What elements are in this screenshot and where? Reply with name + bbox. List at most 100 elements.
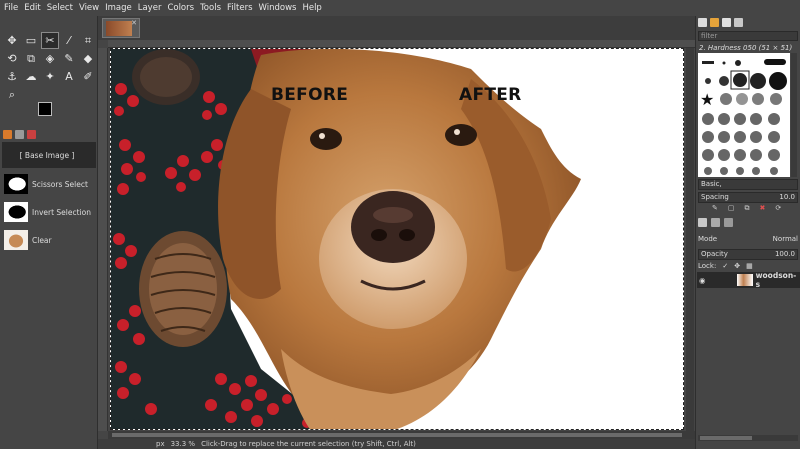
- history-item-label: Invert Selection: [32, 207, 91, 217]
- color-picker-icon[interactable]: ✐: [79, 68, 97, 85]
- text-icon[interactable]: A: [60, 68, 78, 85]
- layer-mode-row: Mode Normal: [698, 234, 798, 245]
- menu-view[interactable]: View: [79, 3, 99, 13]
- right-dock: filter 2. Hardness 050 (51 × 51) ★ Basic…: [695, 16, 800, 449]
- horizontal-scrollbar[interactable]: [108, 431, 695, 439]
- brush-grid-scrollbar[interactable]: [791, 53, 797, 177]
- current-brush-name: 2. Hardness 050 (51 × 51): [699, 44, 793, 52]
- opacity-label: Opacity: [701, 250, 728, 258]
- warp-icon[interactable]: ⧉: [22, 50, 40, 67]
- layer-item[interactable]: ◉ woodson-s: [697, 271, 800, 289]
- menu-colors[interactable]: Colors: [167, 3, 194, 13]
- spacing-label: Spacing: [701, 193, 729, 201]
- smudge-icon[interactable]: ☁: [22, 68, 40, 85]
- opacity-field[interactable]: Opacity 100.0: [698, 249, 798, 260]
- layers-tab-icon[interactable]: [698, 218, 707, 227]
- scrollbar-thumb[interactable]: [700, 436, 752, 440]
- visibility-eye-icon[interactable]: ◉: [699, 276, 709, 285]
- spacing-field[interactable]: Spacing 10.0: [698, 192, 798, 203]
- scrollbar-thumb[interactable]: [112, 433, 682, 437]
- menu-windows[interactable]: Windows: [259, 3, 297, 13]
- close-icon[interactable]: ✕: [131, 19, 137, 27]
- transform-icon[interactable]: ⟲: [3, 50, 21, 67]
- cage-icon[interactable]: ◈: [41, 50, 59, 67]
- vertical-scrollbar[interactable]: [686, 48, 694, 431]
- history-item-base-image[interactable]: [ Base Image ]: [2, 142, 96, 168]
- mode-select[interactable]: Normal: [773, 234, 798, 245]
- unit-select[interactable]: px: [156, 440, 165, 448]
- move-icon[interactable]: ✥: [3, 32, 21, 49]
- horizontal-ruler: [108, 40, 695, 48]
- vertical-ruler: [98, 48, 108, 431]
- image-tab[interactable]: ✕: [102, 18, 140, 38]
- menu-filters[interactable]: Filters: [227, 3, 252, 13]
- menu-select[interactable]: Select: [47, 3, 73, 13]
- history-panel-tabs: [3, 128, 95, 140]
- refresh-brushes-icon[interactable]: ⟳: [775, 204, 781, 213]
- history-item-scissors-select[interactable]: Scissors Select: [2, 171, 96, 197]
- layer-name[interactable]: woodson-s: [756, 271, 800, 289]
- menu-bar: File Edit Select View Image Layer Colors Tools F…: [0, 0, 800, 16]
- duplicate-brush-icon[interactable]: ⧉: [745, 204, 750, 213]
- brushes-tab-icon[interactable]: [698, 18, 707, 27]
- zoom-select[interactable]: 33.3 %: [171, 440, 195, 448]
- lock-pixels-icon[interactable]: ✓: [722, 262, 728, 270]
- edit-brush-icon[interactable]: ✎: [712, 204, 718, 213]
- paths-tab-icon[interactable]: [724, 218, 733, 227]
- device-status-tab-icon[interactable]: [15, 129, 24, 139]
- channels-tab-icon[interactable]: [711, 218, 720, 227]
- menu-tools[interactable]: Tools: [200, 3, 221, 13]
- image-canvas[interactable]: BEFORE AFTER: [110, 48, 684, 430]
- brush-grid[interactable]: ★: [698, 53, 790, 177]
- fonts-tab-icon[interactable]: [722, 18, 731, 27]
- zoom-icon[interactable]: ⌕: [3, 86, 21, 103]
- menu-layer[interactable]: Layer: [138, 3, 162, 13]
- patterns-tab-icon[interactable]: [710, 18, 719, 27]
- toolbox-panel: ✥ ▭ ✂ ⁄ ⌗ ⟲ ⧉ ◈ ✎ ◆ ⚓ ☁ ✦ A ✐ ⌕ [ Base Image ] Scissors…: [0, 16, 98, 449]
- history-thumbnail: [4, 174, 28, 194]
- dog-photo: [111, 49, 581, 429]
- brush-dock-tabs: [698, 18, 743, 27]
- foreground-color-swatch[interactable]: [38, 102, 52, 116]
- status-bar: px 33.3 % Click-Drag to replace the curr…: [98, 439, 695, 449]
- layers-scrollbar[interactable]: [698, 435, 798, 441]
- fuzzy-select-icon[interactable]: ⁄: [60, 32, 78, 49]
- after-caption: AFTER: [459, 85, 522, 105]
- image-tab-strip: ✕: [98, 16, 695, 40]
- image-tab-thumbnail: [106, 21, 132, 36]
- history-item-invert-selection[interactable]: Invert Selection: [2, 199, 96, 225]
- tool-options-tab-icon[interactable]: [3, 129, 12, 139]
- mode-label: Mode: [698, 235, 718, 243]
- rect-select-icon[interactable]: ▭: [22, 32, 40, 49]
- brush-preset-select[interactable]: Basic,: [698, 179, 798, 190]
- menu-image[interactable]: Image: [105, 3, 132, 13]
- history-item-label: Clear: [32, 235, 52, 245]
- delete-brush-icon[interactable]: ✖: [760, 204, 766, 213]
- opacity-value[interactable]: 100.0: [775, 250, 795, 259]
- scissors-select-icon[interactable]: ✂: [41, 32, 59, 49]
- paintbrush-icon[interactable]: ✎: [60, 50, 78, 67]
- lock-row: Lock: ✓ ✥ ▦: [698, 262, 753, 270]
- menu-help[interactable]: Help: [302, 3, 321, 13]
- eraser-icon[interactable]: ◆: [79, 50, 97, 67]
- spacing-value[interactable]: 10.0: [779, 193, 795, 202]
- lock-alpha-icon[interactable]: ▦: [746, 262, 753, 270]
- brush-filter-input[interactable]: filter: [698, 31, 798, 41]
- dodge-icon[interactable]: ✦: [41, 68, 59, 85]
- history-item-label: [ Base Image ]: [19, 150, 75, 160]
- layer-thumbnail: [736, 274, 753, 286]
- document-history-tab-icon[interactable]: [734, 18, 743, 27]
- new-brush-icon[interactable]: ▢: [728, 204, 735, 213]
- lock-label: Lock:: [698, 262, 717, 270]
- undo-history-tab-icon[interactable]: [27, 129, 36, 139]
- fg-bg-colors[interactable]: [38, 102, 62, 126]
- lock-position-icon[interactable]: ✥: [734, 262, 740, 270]
- history-item-clear[interactable]: Clear: [2, 227, 96, 253]
- menu-file[interactable]: File: [4, 3, 18, 13]
- crop-icon[interactable]: ⌗: [79, 32, 97, 49]
- brush-presets-grid: ★: [700, 59, 787, 175]
- menu-edit[interactable]: Edit: [24, 3, 40, 13]
- tool-grid: ✥ ▭ ✂ ⁄ ⌗ ⟲ ⧉ ◈ ✎ ◆ ⚓ ☁ ✦ A ✐ ⌕: [3, 32, 97, 103]
- clone-icon[interactable]: ⚓: [3, 68, 21, 85]
- history-item-label: Scissors Select: [32, 179, 88, 189]
